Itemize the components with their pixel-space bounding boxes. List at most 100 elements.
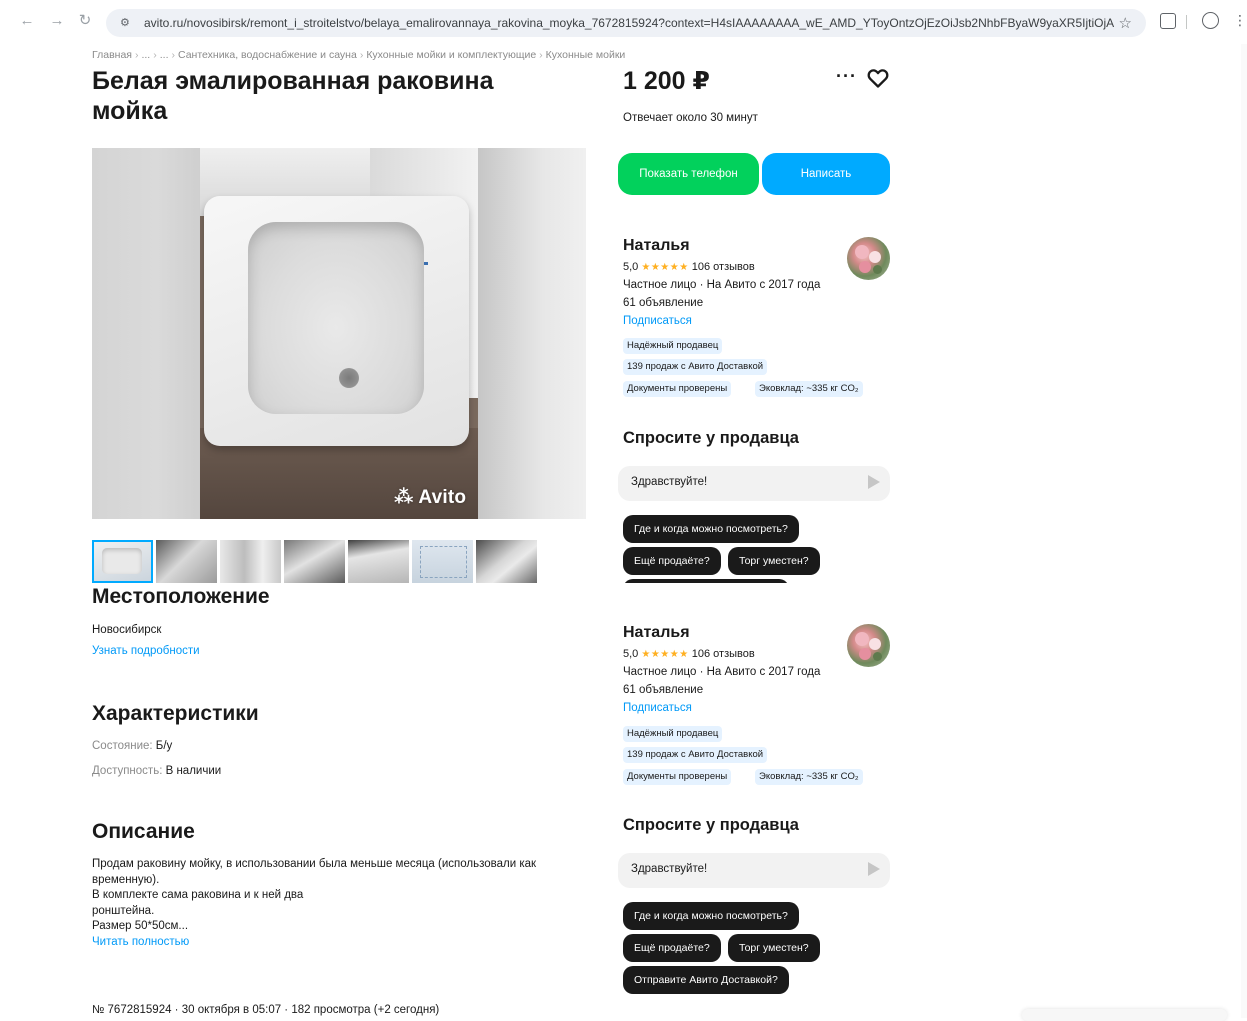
profile-icon[interactable] xyxy=(1202,12,1219,29)
description-line: Размер 50*50см... xyxy=(92,920,189,932)
ask-seller-heading: Спросите у продавца xyxy=(623,816,799,834)
photo-gallery[interactable]: ⁂ Avito xyxy=(92,148,586,519)
breadcrumb: Главная ›... ›... › Сантехника, водоснабжени… xyxy=(92,49,626,61)
characteristic-value: В наличии xyxy=(165,765,222,777)
seller-badge: Надёжный продавец xyxy=(623,726,723,742)
back-arrow-icon[interactable]: ← xyxy=(18,12,36,30)
breadcrumb-item[interactable]: ... xyxy=(141,49,150,61)
seller-type: Частное лицо · На Авито с 2017 года xyxy=(623,279,821,291)
browser-toolbar: ← → ↻ ⚙ avito.ru/novosibirsk/remont_i_st… xyxy=(0,0,1247,44)
gallery-blur-left xyxy=(92,148,200,519)
seller-badge: Эковклад: ~335 кг CO₂ xyxy=(755,381,863,397)
thumbnail[interactable] xyxy=(92,540,153,583)
avatar[interactable] xyxy=(847,237,890,280)
seller-type: Частное лицо · На Авито с 2017 года xyxy=(623,666,821,678)
send-arrow-icon[interactable] xyxy=(868,862,880,876)
seller-ads-count[interactable]: 61 объявление xyxy=(623,297,703,309)
description-text: Продам раковину мойку, в использовании б… xyxy=(92,857,592,950)
thumbnail[interactable] xyxy=(284,540,345,583)
characteristic-key: Состояние: xyxy=(92,740,153,752)
breadcrumb-item[interactable]: Сантехника, водоснабжение и сауна xyxy=(178,49,357,61)
reload-icon[interactable]: ↻ xyxy=(76,12,94,30)
rating-stars: ★★★★★ xyxy=(641,649,689,660)
thumbnail[interactable] xyxy=(348,540,409,583)
seller-name[interactable]: Наталья xyxy=(623,237,690,255)
seller-rating[interactable]: 5,0 ★★★★★ 106 отзывов xyxy=(623,648,755,660)
breadcrumb-item[interactable]: Кухонные мойки xyxy=(546,49,626,61)
quick-question-chip[interactable]: Торг уместен? xyxy=(728,934,820,962)
url-text[interactable]: avito.ru/novosibirsk/remont_i_stroitelst… xyxy=(144,16,1114,30)
reply-time: Отвечает около 30 минут xyxy=(623,112,758,124)
ask-input-value[interactable]: Здравствуйте! xyxy=(631,476,707,488)
description-line: Продам раковину мойку, в использовании б… xyxy=(92,858,537,886)
show-phone-button[interactable]: Показать телефон xyxy=(618,153,759,195)
listing-title: Белая эмалированная раковина мойка xyxy=(92,67,494,125)
quick-question-chip[interactable]: Где и когда можно посмотреть? xyxy=(623,515,799,543)
seller-badge: Эковклад: ~335 кг CO₂ xyxy=(755,769,863,785)
quick-question-chip[interactable]: Ещё продаёте? xyxy=(623,547,721,575)
description-heading: Описание xyxy=(92,820,195,843)
quick-question-chip[interactable]: Отправите Авито Доставкой? xyxy=(623,579,789,583)
characteristic-value: Б/у xyxy=(155,740,173,752)
seller-badge: 139 продаж с Авито Доставкой xyxy=(623,747,768,763)
send-arrow-icon[interactable] xyxy=(868,475,880,489)
quick-questions: Где и когда можно посмотреть? Ещё продаё… xyxy=(618,900,908,1000)
thumbnail[interactable] xyxy=(220,540,281,583)
characteristic-row: Доступность: В наличии xyxy=(92,765,221,777)
seller-ads-count[interactable]: 61 объявление xyxy=(623,684,703,696)
more-options-icon[interactable]: ··· xyxy=(836,66,857,87)
forward-arrow-icon[interactable]: → xyxy=(48,12,66,30)
seller-rating[interactable]: 5,0 ★★★★★ 106 отзывов xyxy=(623,261,755,273)
thumbnail[interactable] xyxy=(156,540,217,583)
quick-question-chip[interactable]: Отправите Авито Доставкой? xyxy=(623,966,789,994)
extensions-icon[interactable] xyxy=(1160,13,1176,29)
seller-badge: Документы проверены xyxy=(623,381,732,397)
avatar[interactable] xyxy=(847,624,890,667)
breadcrumb-item[interactable]: ... xyxy=(160,49,169,61)
characteristic-row: Состояние: Б/у xyxy=(92,740,172,752)
sink-image xyxy=(204,196,469,446)
write-message-button[interactable]: Написать xyxy=(762,153,890,195)
thumbnail[interactable] xyxy=(476,540,537,583)
bookmark-star-icon[interactable]: ☆ xyxy=(1119,14,1132,32)
subscribe-link[interactable]: Подписаться xyxy=(623,702,692,714)
favorite-heart-icon[interactable] xyxy=(866,66,890,90)
avito-watermark: ⁂ Avito xyxy=(394,487,467,508)
listing-meta: № 7672815924 · 30 октября в 05:07 · 182 … xyxy=(92,1004,440,1016)
ask-seller-input[interactable]: Здравствуйте! xyxy=(618,853,890,888)
quick-question-chip[interactable]: Торг уместен? xyxy=(728,547,820,575)
floating-widget[interactable] xyxy=(1022,1009,1227,1021)
ask-seller-input[interactable]: Здравствуйте! xyxy=(618,466,890,501)
quick-question-chip[interactable]: Ещё продаёте? xyxy=(623,934,721,962)
breadcrumb-item[interactable]: Кухонные мойки и комплектующие xyxy=(366,49,536,61)
ask-input-value[interactable]: Здравствуйте! xyxy=(631,863,707,875)
seller-card: Наталья 5,0 ★★★★★ 106 отзывов Частное ли… xyxy=(623,624,893,789)
characteristic-key: Доступность: xyxy=(92,765,163,777)
location-city: Новосибирск xyxy=(92,624,162,636)
quick-questions: Где и когда можно посмотреть? Ещё продаё… xyxy=(618,513,908,583)
gallery-blur-right xyxy=(478,148,586,519)
location-heading: Местоположение xyxy=(92,585,270,608)
quick-question-chip[interactable]: Где и когда можно посмотреть? xyxy=(623,902,799,930)
breadcrumb-item[interactable]: Главная xyxy=(92,49,132,61)
description-line: В комплекте сама раковина и к ней два xyxy=(92,889,304,901)
ask-seller-heading: Спросите у продавца xyxy=(623,429,799,447)
subscribe-link[interactable]: Подписаться xyxy=(623,315,692,327)
characteristics-heading: Характеристики xyxy=(92,702,259,725)
seller-card: Наталья 5,0 ★★★★★ 106 отзывов Частное ли… xyxy=(623,237,893,402)
main-photo[interactable]: ⁂ Avito xyxy=(200,148,478,519)
address-bar[interactable]: ⚙ avito.ru/novosibirsk/remont_i_stroitel… xyxy=(106,9,1146,37)
read-more-link[interactable]: Читать полностью xyxy=(92,936,189,948)
seller-name[interactable]: Наталья xyxy=(623,624,690,642)
toolbar-divider xyxy=(1186,15,1187,29)
scrollbar[interactable] xyxy=(1241,44,1247,1018)
rating-stars: ★★★★★ xyxy=(641,262,689,273)
site-info-icon[interactable]: ⚙ xyxy=(120,16,130,29)
seller-badge: Надёжный продавец xyxy=(623,338,723,354)
browser-menu-icon[interactable]: ⋮ xyxy=(1233,12,1247,29)
location-details-link[interactable]: Узнать подробности xyxy=(92,645,200,657)
thumbnail[interactable] xyxy=(412,540,473,583)
thumbnail-strip xyxy=(92,540,542,584)
seller-badge: Документы проверены xyxy=(623,769,732,785)
description-line: ронштейна. xyxy=(92,904,155,917)
